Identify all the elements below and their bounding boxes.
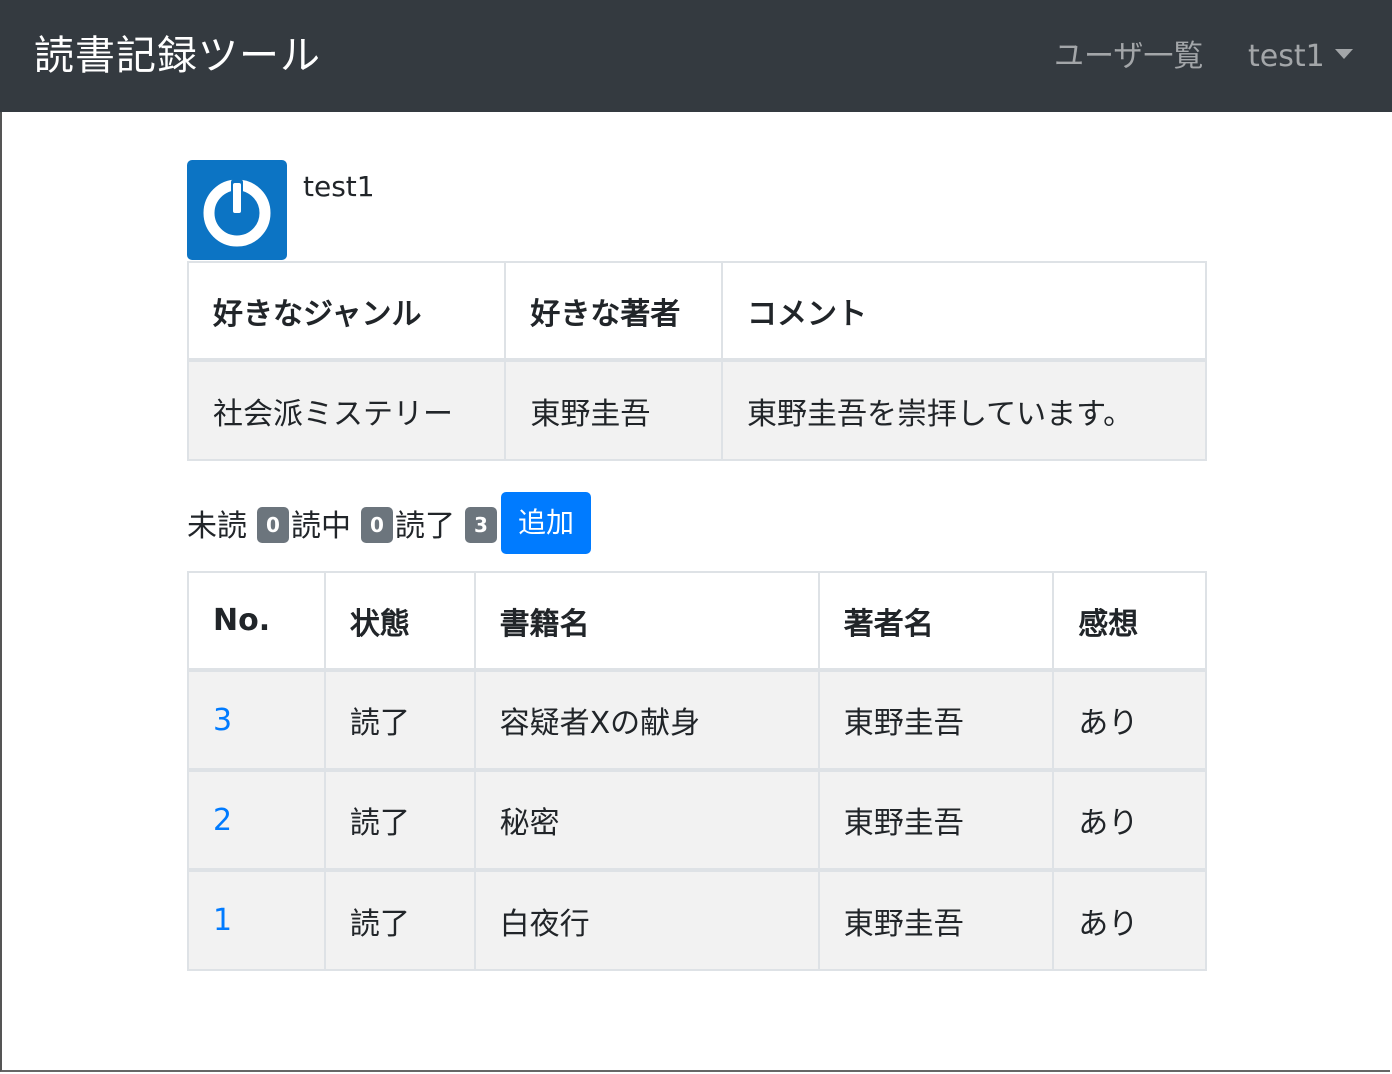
table-row: 2 読了 秘密 東野圭吾 あり [187,769,1207,872]
finished-label: 読了 [395,509,455,544]
header-title: 書籍名 [473,571,820,672]
avatar [187,160,287,260]
book-status: 読了 [323,669,476,772]
reading-count-badge: 0 [361,507,393,543]
header-review: 感想 [1052,571,1207,672]
header-favorite-author: 好きな著者 [504,261,723,362]
book-review: あり [1052,769,1207,872]
power-icon [203,179,271,247]
table-row: 1 読了 白夜行 東野圭吾 あり [187,869,1207,971]
book-table: No. 状態 書籍名 著者名 感想 3 読了 容疑者Xの献身 東野圭吾 あり 2… [187,571,1207,971]
profile-table: 好きなジャンル 好きな著者 コメント 社会派ミステリー 東野圭吾 東野圭吾を崇拝… [186,261,1208,461]
profile-value-row: 社会派ミステリー 東野圭吾 東野圭吾を崇拝しています。 [186,359,1208,461]
book-author: 東野圭吾 [817,669,1055,772]
book-no-cell: 3 [187,669,326,772]
book-no-link[interactable]: 1 [213,903,232,938]
book-no-link[interactable]: 2 [213,803,232,838]
book-review: あり [1052,669,1207,772]
navbar: 読書記録ツール ユーザ一覧 test1 [0,0,1392,112]
table-row: 3 読了 容疑者Xの献身 東野圭吾 あり [187,669,1207,772]
add-book-button[interactable]: 追加 [501,492,592,554]
book-author: 東野圭吾 [817,769,1055,872]
profile-username: test1 [303,170,375,203]
user-dropdown-label: test1 [1248,39,1325,74]
nav-users-link[interactable]: ユーザ一覧 [1054,36,1203,78]
book-no-cell: 1 [187,869,326,971]
book-review: あり [1052,869,1207,971]
book-no-cell: 2 [187,769,326,872]
profile-header-row: 好きなジャンル 好きな著者 コメント [186,261,1208,362]
favorite-author-value: 東野圭吾 [504,359,723,461]
header-status: 状態 [323,571,476,672]
status-counts: 未読 0 読中 0 読了 3 追加 [187,492,592,554]
comment-value: 東野圭吾を崇拝しています。 [720,359,1208,461]
caret-down-icon [1334,49,1353,59]
reading-label: 読中 [291,509,351,544]
book-no-link[interactable]: 3 [213,703,232,738]
unread-count-badge: 0 [257,507,289,543]
favorite-genre-value: 社会派ミステリー [186,359,507,461]
header-favorite-genre: 好きなジャンル [186,261,507,362]
brand-link[interactable]: 読書記録ツール [34,28,321,84]
header-no: No. [187,571,326,672]
book-author: 東野圭吾 [817,869,1055,971]
user-dropdown[interactable]: test1 [1248,36,1353,78]
header-author: 著者名 [817,571,1055,672]
unread-label: 未読 [187,509,247,544]
book-header-row: No. 状態 書籍名 著者名 感想 [187,571,1207,672]
book-title: 秘密 [473,769,820,872]
book-status: 読了 [323,769,476,872]
book-status: 読了 [323,869,476,971]
book-title: 白夜行 [473,869,820,971]
header-comment: コメント [720,261,1208,362]
finished-count-badge: 3 [465,507,497,543]
book-title: 容疑者Xの献身 [473,669,820,772]
